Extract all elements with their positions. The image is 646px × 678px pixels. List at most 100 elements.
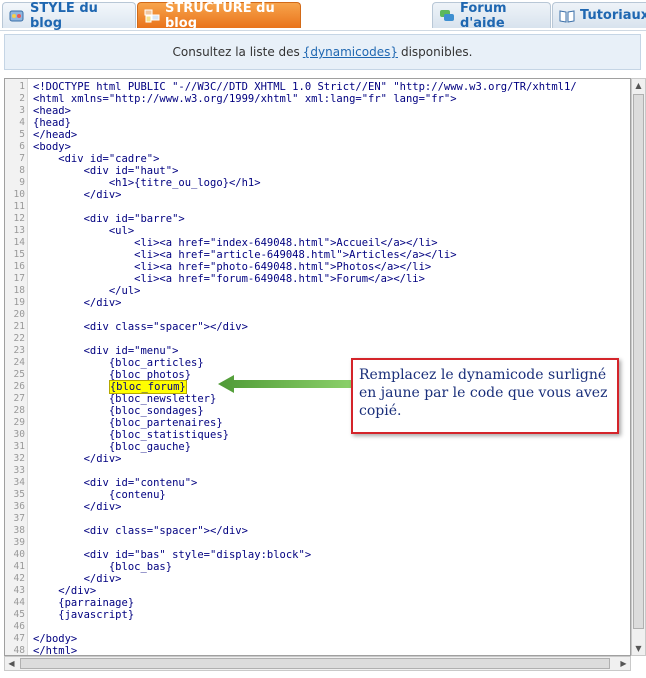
code-line: 9 <h1>{titre_ou_logo}</h1> (5, 177, 630, 189)
code-text: {bloc_gauche} (33, 441, 192, 453)
code-line: 16 <li><a href="photo-649048.html">Photo… (5, 261, 630, 273)
scroll-up-arrow-icon[interactable]: ▲ (633, 79, 644, 92)
code-line: 31 {bloc_gauche} (5, 441, 630, 453)
line-number: 24 (13, 357, 25, 368)
line-number: 45 (13, 609, 25, 620)
code-text: {head} (33, 117, 71, 129)
line-number: 7 (19, 153, 25, 164)
line-number: 15 (13, 249, 25, 260)
line-number: 18 (13, 285, 25, 296)
scroll-left-arrow-icon[interactable]: ◀ (5, 658, 18, 669)
code-text: <li><a href="forum-649048.html">Forum</a… (33, 273, 425, 285)
code-line: 40 <div id="bas" style="display:block"> (5, 549, 630, 561)
tab-style-du-blog[interactable]: STYLE du blog (2, 1, 136, 31)
line-number: 27 (13, 393, 25, 404)
line-number: 28 (13, 405, 25, 416)
code-text: {javascript} (33, 609, 135, 621)
tab-forum-d-aide[interactable]: Forum d'aide (432, 1, 551, 31)
vertical-scrollbar[interactable]: ▲ ▼ (631, 78, 646, 656)
scroll-down-arrow-icon[interactable]: ▼ (633, 642, 644, 655)
horizontal-scrollbar[interactable]: ◀ ▶ (4, 656, 631, 671)
line-number: 14 (13, 237, 25, 248)
code-line: 5 </head> (5, 129, 630, 141)
callout-text: Remplacez le dynamicode surligné en jaun… (359, 367, 608, 419)
line-number: 38 (13, 525, 25, 536)
code-line: 37 (5, 513, 630, 525)
code-line: 47 </body> (5, 633, 630, 645)
code-text: {parrainage} (33, 597, 135, 609)
code-text: </div> (33, 585, 97, 597)
code-line: 46 (5, 621, 630, 633)
line-number: 20 (13, 309, 25, 320)
scroll-right-arrow-icon[interactable]: ▶ (617, 658, 630, 669)
code-text: <li><a href="index-649048.html">Accueil<… (33, 237, 438, 249)
code-text: {bloc_bas} (33, 561, 173, 573)
code-line: 23 <div id="menu"> (5, 345, 630, 357)
line-number: 1 (19, 81, 25, 92)
structure-icon (144, 9, 160, 23)
code-line: 3 <head> (5, 105, 630, 117)
line-number: 37 (13, 513, 25, 524)
horizontal-scroll-thumb[interactable] (20, 658, 610, 669)
code-line: 19 </div> (5, 297, 630, 309)
code-line: 36 </div> (5, 501, 630, 513)
code-text: </div> (33, 189, 122, 201)
code-line: 12 <div id="barre"> (5, 213, 630, 225)
line-number: 43 (13, 585, 25, 596)
line-number: 44 (13, 597, 25, 608)
line-number: 11 (13, 201, 25, 212)
line-number: 39 (13, 537, 25, 548)
code-line: 13 <ul> (5, 225, 630, 237)
code-line: 10 </div> (5, 189, 630, 201)
code-text: <li><a href="article-649048.html">Articl… (33, 249, 457, 261)
line-number: 48 (13, 645, 25, 656)
line-number: 25 (13, 369, 25, 380)
code-text: {bloc_statistiques} (33, 429, 229, 441)
line-number: 29 (13, 417, 25, 428)
line-number: 21 (13, 321, 25, 332)
dynamicodes-link[interactable]: {dynamicodes} (303, 45, 398, 59)
code-line: 7 <div id="cadre"> (5, 153, 630, 165)
code-line: 48 </html> (5, 645, 630, 656)
code-text: <div id="barre"> (33, 213, 185, 225)
code-line: 20 (5, 309, 630, 321)
line-number: 13 (13, 225, 25, 236)
line-number: 19 (13, 297, 25, 308)
line-number: 9 (19, 177, 25, 188)
line-number: 36 (13, 501, 25, 512)
tab-label: STRUCTURE du blog (165, 0, 275, 31)
line-number: 8 (19, 165, 25, 176)
code-text: <div class="spacer"></div> (33, 525, 248, 537)
tab-bar: STYLE du blog STRUCTURE du blog Forum d'… (0, 0, 646, 31)
line-number: 42 (13, 573, 25, 584)
code-text: </body> (33, 633, 78, 645)
info-text-before: Consultez la liste des (172, 45, 300, 59)
line-number: 22 (13, 333, 25, 344)
tab-structure-du-blog[interactable]: STRUCTURE du blog (137, 0, 301, 31)
line-number: 6 (19, 141, 25, 152)
code-line: 6 <body> (5, 141, 630, 153)
code-line: 45 {javascript} (5, 609, 630, 621)
code-text: <div id="haut"> (33, 165, 179, 177)
code-line: 44 {parrainage} (5, 597, 630, 609)
code-line: 35 {contenu} (5, 489, 630, 501)
code-line: 32 </div> (5, 453, 630, 465)
code-text: <ul> (33, 225, 135, 237)
line-number: 41 (13, 561, 25, 572)
line-number: 16 (13, 261, 25, 272)
tab-tutoriaux[interactable]: Tutoriaux (552, 2, 646, 28)
code-line: 41 {bloc_bas} (5, 561, 630, 573)
code-text: <h1>{titre_ou_logo}</h1> (33, 177, 261, 189)
vertical-scroll-thumb[interactable] (633, 94, 644, 629)
code-text: <div id="cadre"> (33, 153, 160, 165)
line-number: 31 (13, 441, 25, 452)
code-text: <!DOCTYPE html PUBLIC "-//W3C//DTD XHTML… (33, 81, 577, 93)
code-text: </div> (33, 573, 122, 585)
line-number: 33 (13, 465, 25, 476)
code-text: <html xmlns="http://www.w3.org/1999/xhtm… (33, 93, 457, 105)
code-text: {bloc_articles} (33, 357, 204, 369)
line-number: 32 (13, 453, 25, 464)
code-text: </head> (33, 129, 78, 141)
line-number: 46 (13, 621, 25, 632)
code-line: 39 (5, 537, 630, 549)
